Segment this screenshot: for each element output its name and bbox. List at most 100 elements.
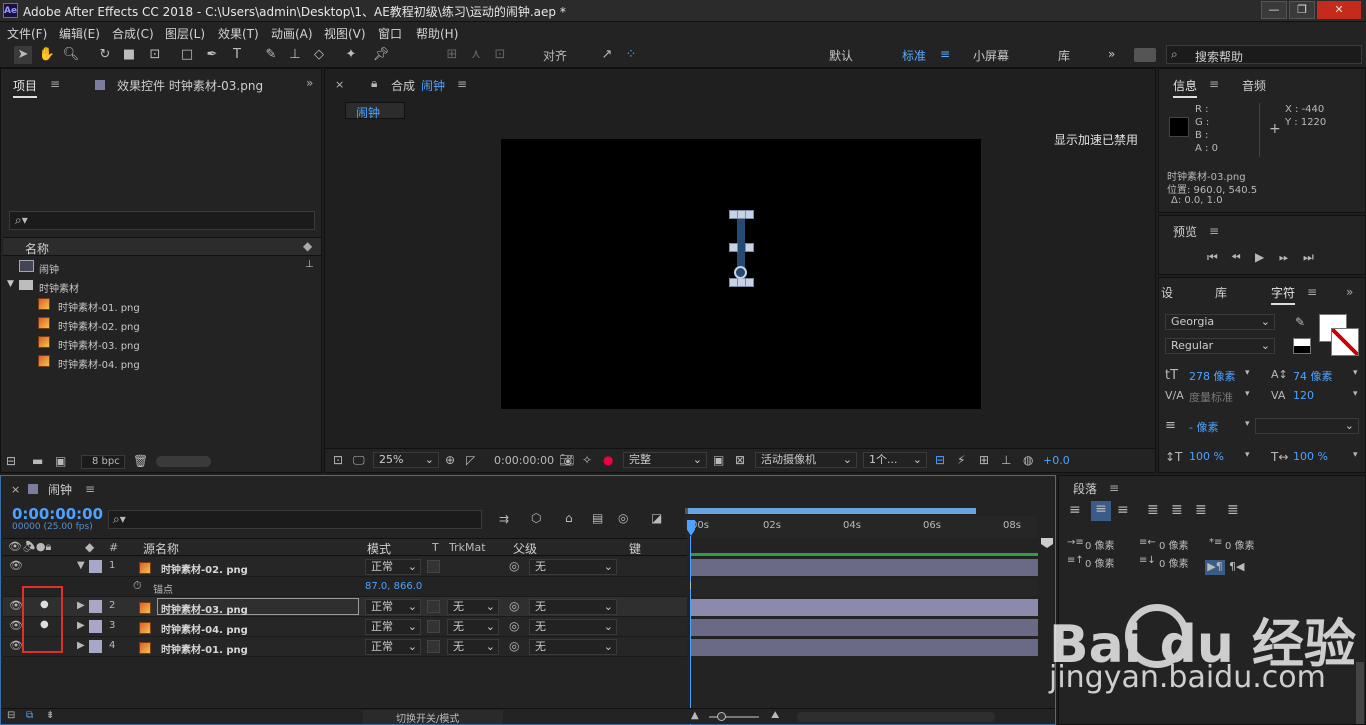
parent-pickwhip-icon[interactable]: ◎	[509, 599, 519, 613]
preserve-transparency-checkbox[interactable]	[427, 620, 440, 633]
align-left-icon[interactable]: ≡	[1069, 502, 1081, 518]
chevron-down-icon[interactable]: ▾	[1245, 368, 1250, 378]
current-time-display[interactable]: 0:00:00:00	[12, 505, 103, 523]
list-item[interactable]: 时钟素材-02. png	[5, 315, 305, 334]
exposure-reset-icon[interactable]: ◍	[1023, 453, 1033, 467]
delete-icon[interactable]: 🗑︎	[133, 454, 148, 468]
first-frame-icon[interactable]: ⏮︎	[1207, 250, 1218, 265]
exposure-value[interactable]: +0.0	[1043, 454, 1070, 467]
av-switches-icon[interactable]: 👁︎🔈︎●🔒︎	[8, 540, 51, 554]
list-item[interactable]: 时钟素材-03. png	[5, 334, 305, 353]
chevron-down-icon[interactable]: ▾	[1353, 450, 1358, 460]
rtl-direction-icon[interactable]: ¶◀	[1229, 560, 1244, 573]
justify-last-right-icon[interactable]: ≣	[1195, 502, 1207, 518]
project-panel-menu-icon[interactable]: ≡	[50, 77, 60, 91]
align-right-icon[interactable]: ≡	[1117, 502, 1129, 518]
list-item[interactable]: 时钟素材-04. png	[5, 353, 305, 372]
expand-arrow-icon[interactable]: ▶	[77, 600, 85, 611]
close-tab-icon[interactable]: ×	[335, 78, 344, 91]
expand-arrow-icon[interactable]: ▶	[77, 640, 85, 651]
modes-toggle-icon[interactable]: ⧉	[26, 710, 33, 721]
more-workspaces-icon[interactable]: »	[1108, 47, 1115, 61]
restore-button[interactable]: ❐	[1289, 1, 1315, 19]
font-family-dropdown[interactable]: Georgia ⌄	[1165, 314, 1275, 330]
stroke-color-swatch[interactable]	[1331, 328, 1359, 356]
camera-tool-icon[interactable]: ■	[120, 46, 138, 64]
table-row[interactable]: 👁︎ ▼ 1 时钟素材-02. png 正常 ⌄ ◎ 无 ⌄	[3, 557, 687, 577]
eye-visibility-icon[interactable]: 👁︎	[9, 559, 23, 572]
rectangle-tool-icon[interactable]: □	[178, 46, 196, 64]
workspace-library[interactable]: 库	[1058, 47, 1070, 64]
layer-duration-bar[interactable]	[691, 599, 1038, 616]
expand-arrow-icon[interactable]: ▶	[77, 620, 85, 631]
vertical-scrollbar[interactable]	[1356, 662, 1364, 724]
trkmat-dropdown[interactable]: 无 ⌄	[447, 599, 499, 615]
help-search-field[interactable]: ⌕ 搜索帮助	[1166, 45, 1362, 64]
snap-arrow-icon[interactable]: ↗	[598, 46, 616, 64]
layer-label-color[interactable]	[89, 600, 102, 613]
comp-breadcrumb[interactable]: 闹钟	[345, 102, 405, 120]
toggle-switches-modes-button[interactable]: 切换开关/模式	[363, 710, 503, 725]
column-keys[interactable]: 键	[629, 540, 641, 557]
layer-name[interactable]: 时钟素材-04. png	[161, 621, 248, 636]
layer-duration-bar[interactable]	[691, 639, 1038, 656]
layer-label-color[interactable]	[89, 620, 102, 633]
space-before-value[interactable]: 0 像素	[1085, 555, 1115, 570]
label-tag-icon[interactable]: ◆	[303, 239, 312, 253]
timeline-tab-name[interactable]: 闹钟	[48, 481, 72, 498]
timeline-panel-menu-icon[interactable]: ≡	[85, 482, 95, 496]
pan-behind-tool-icon[interactable]: ⊡	[146, 46, 164, 64]
menu-animation[interactable]: 动画(A)	[271, 25, 313, 42]
blend-mode-dropdown[interactable]: 正常 ⌄	[365, 639, 421, 655]
tab-character[interactable]: 字符	[1271, 284, 1296, 305]
monitor-icon[interactable]: 🖵︎	[353, 453, 365, 468]
shy-layers-icon[interactable]: ⌂	[565, 511, 573, 525]
selection-tool-icon[interactable]: ➤	[14, 46, 32, 64]
layer-label-color[interactable]	[89, 640, 102, 653]
transform-handle[interactable]	[745, 210, 754, 219]
justify-last-left-icon[interactable]: ≣	[1147, 502, 1159, 518]
column-trkmat[interactable]: TrkMat	[449, 541, 486, 554]
layer-search-input[interactable]: ⌕▾	[108, 510, 482, 529]
layer-label-color[interactable]	[89, 560, 102, 573]
info-panel-menu-icon[interactable]: ≡	[1209, 77, 1219, 91]
zoom-in-icon[interactable]: ⛰︎	[771, 710, 779, 721]
space-after-value[interactable]: 0 像素	[1159, 555, 1189, 570]
parent-pickwhip-icon[interactable]: ◎	[509, 639, 519, 653]
next-frame-icon[interactable]: ⏩︎	[1279, 250, 1289, 265]
menu-composition[interactable]: 合成(C)	[112, 25, 154, 42]
view-axis-icon[interactable]: ⊡	[491, 46, 509, 64]
zoom-tool-icon[interactable]: 🔍︎	[62, 46, 80, 64]
list-item[interactable]: ▼ 时钟素材	[5, 277, 305, 296]
bpc-button[interactable]: 8 bpc	[81, 455, 125, 469]
type-tool-icon[interactable]: T	[228, 46, 246, 64]
indent-right-value[interactable]: 0 像素	[1159, 537, 1189, 552]
interpret-footage-icon[interactable]: ⊟	[6, 454, 16, 468]
layer-switches-toggle-icon[interactable]: ⊟	[7, 710, 15, 721]
column-name-header[interactable]: 名称	[25, 240, 49, 257]
chevron-down-icon[interactable]: ▾	[1353, 368, 1358, 378]
horizontal-scale-value[interactable]: 100 %	[1293, 450, 1328, 463]
parent-dropdown[interactable]: 无 ⌄	[529, 599, 617, 615]
mask-visibility-icon[interactable]: ◸	[466, 453, 475, 467]
zoom-slider-thumb[interactable]	[717, 712, 726, 721]
character-panel-menu-icon[interactable]: ≡	[1307, 285, 1317, 299]
layer-duration-bar[interactable]	[691, 619, 1038, 636]
parent-pickwhip-icon[interactable]: ◎	[509, 559, 519, 573]
parent-dropdown[interactable]: 无 ⌄	[529, 559, 617, 575]
brush-tool-icon[interactable]: ✎	[262, 46, 280, 64]
safe-zones-icon[interactable]: ⊕	[445, 453, 455, 467]
table-row[interactable]: 👁︎ ▶ 4 时钟素材-01. png 正常 ⌄ 无 ⌄ ◎ 无 ⌄	[3, 637, 687, 657]
eye-visibility-icon[interactable]: 👁︎	[9, 619, 23, 632]
tab-effect-controls[interactable]: 效果控件 时钟素材-03.png	[117, 77, 263, 94]
puppet-pin-tool-icon[interactable]: 📌︎	[372, 46, 390, 64]
previous-frame-icon[interactable]: ⏪︎	[1231, 250, 1241, 265]
close-tab-icon[interactable]: ×	[11, 483, 20, 496]
font-style-dropdown[interactable]: Regular ⌄	[1165, 338, 1275, 354]
motion-blur-icon[interactable]: ◎	[618, 511, 628, 525]
menu-file[interactable]: 文件(F)	[7, 25, 47, 42]
column-source-name[interactable]: 源名称	[143, 540, 179, 557]
close-window-button[interactable]: ✕	[1317, 1, 1361, 19]
tracking-value[interactable]: 120	[1293, 389, 1314, 402]
camera-dropdown[interactable]: 活动摄像机 ⌄	[755, 452, 857, 468]
